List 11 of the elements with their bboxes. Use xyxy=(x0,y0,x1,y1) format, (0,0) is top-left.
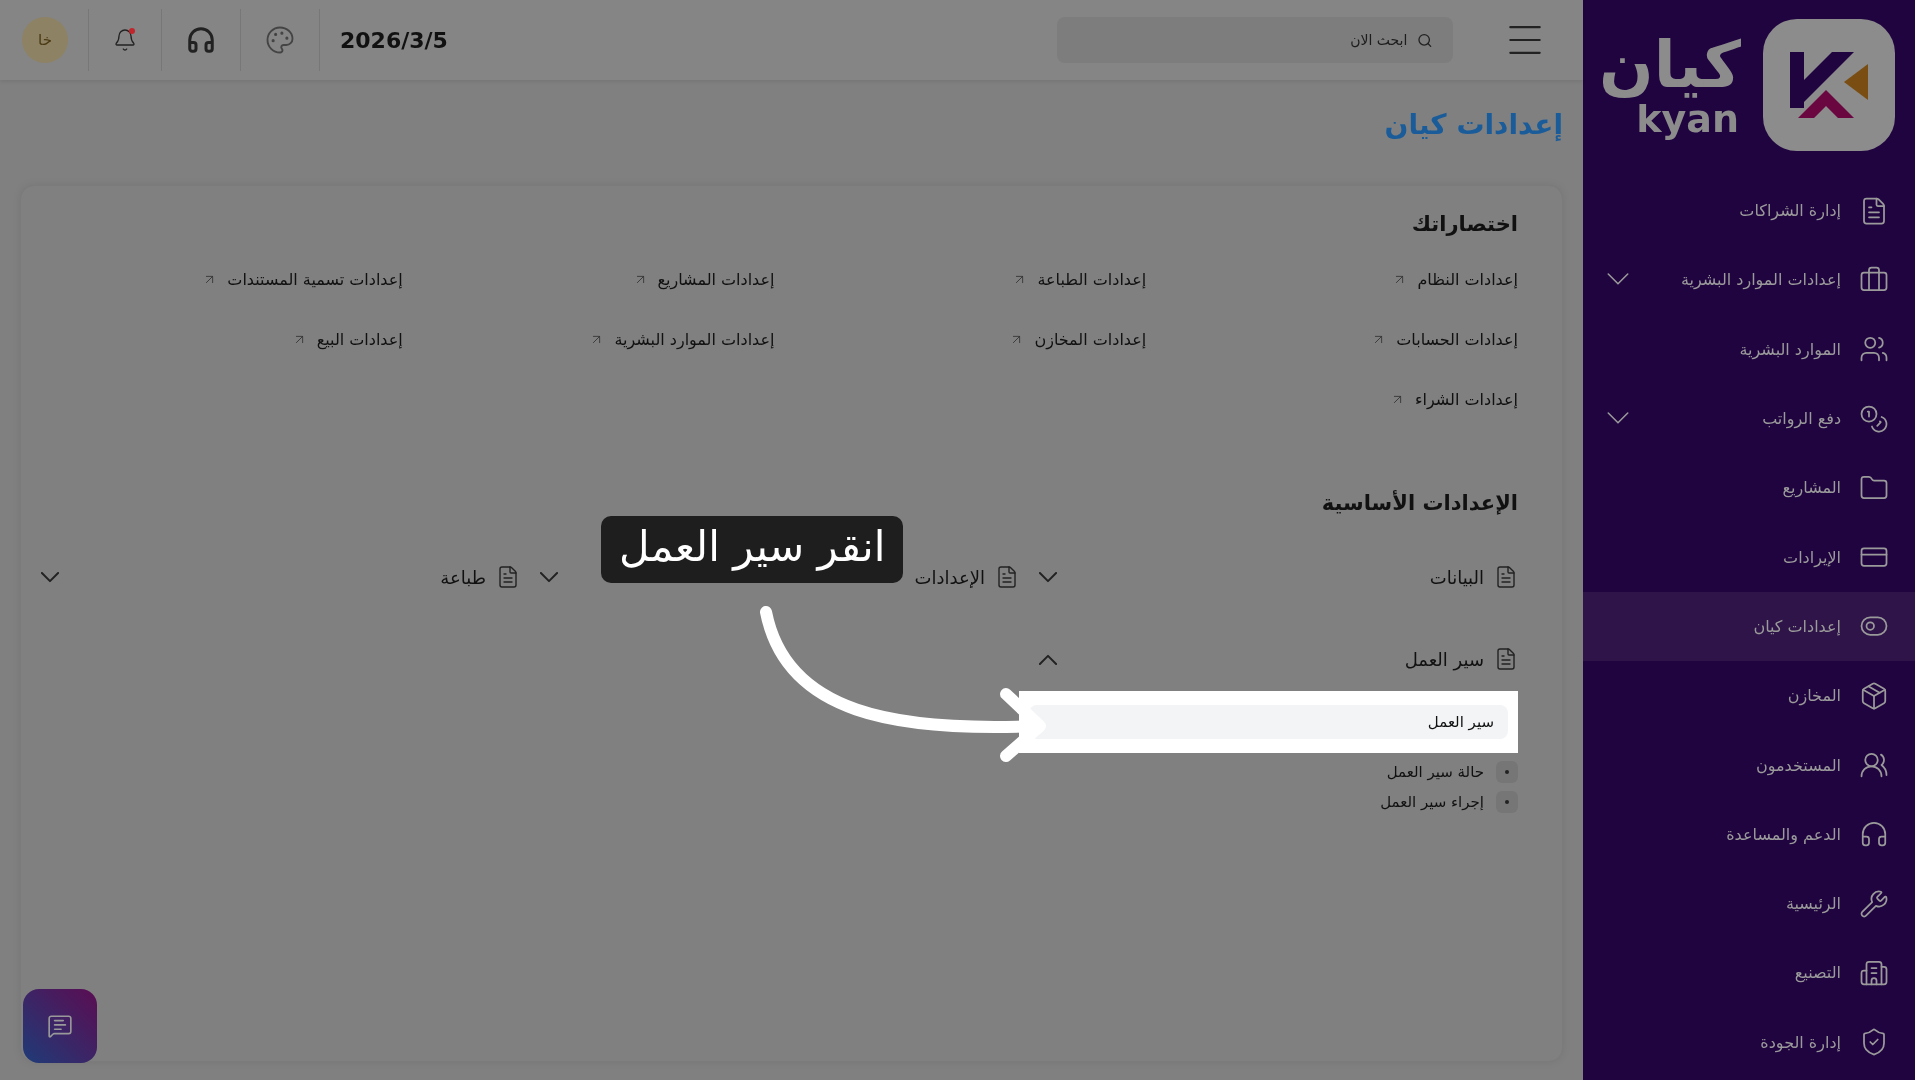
tour-tooltip: انقر سير العمل xyxy=(601,516,904,583)
page-title: إعدادات كيان xyxy=(1383,108,1563,141)
section-title: الإعدادات الأساسية xyxy=(1320,491,1518,515)
date-text: 2026/3/5 xyxy=(340,27,448,53)
logo-wordmark: kyan xyxy=(1636,99,1739,138)
group-label: الإعدادات xyxy=(914,566,985,588)
group-label: طباعة xyxy=(440,566,486,588)
section-title: اختصاراتك xyxy=(1410,212,1518,236)
logo-wordmark: كيان xyxy=(1599,32,1741,100)
group-label: سير العمل xyxy=(1404,648,1484,670)
group-label: البيانات xyxy=(1429,566,1484,588)
